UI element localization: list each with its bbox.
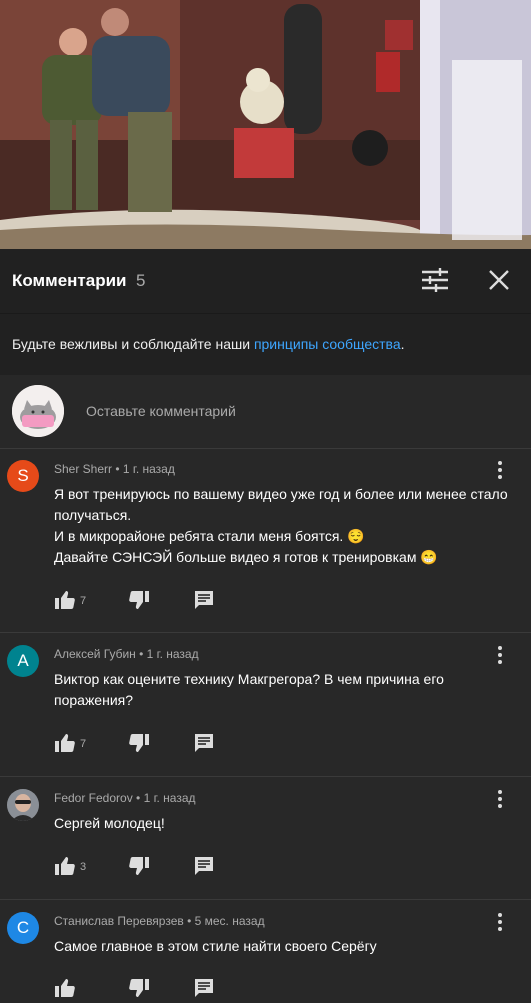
- reply-comment-icon: [195, 591, 213, 609]
- user-avatar: [12, 385, 64, 437]
- like-button[interactable]: 7: [54, 733, 86, 758]
- like-count: 7: [80, 595, 87, 607]
- like-button[interactable]: [54, 978, 76, 1003]
- more-options-icon[interactable]: [494, 789, 506, 809]
- author-avatar[interactable]: S: [7, 460, 39, 492]
- reply-comment-icon: [195, 857, 213, 875]
- reply-comment-icon: [195, 979, 213, 997]
- comments-title: Комментарии: [12, 271, 127, 290]
- author-avatar[interactable]: [7, 789, 39, 821]
- comment-item: S Sher Sherr • 1 г. назад Я вот тренирую…: [0, 448, 531, 633]
- dislike-button[interactable]: [128, 978, 150, 1003]
- thumbs-up-icon: [55, 857, 75, 875]
- comment-text: Самое главное в этом стиле найти своего …: [54, 938, 377, 954]
- author-avatar[interactable]: А: [7, 645, 39, 677]
- dislike-button[interactable]: [128, 590, 150, 615]
- comment-author-meta[interactable]: Sher Sherr • 1 г. назад: [54, 462, 175, 476]
- more-options-icon[interactable]: [494, 912, 506, 932]
- reply-button[interactable]: [194, 978, 214, 1003]
- more-options-icon[interactable]: [494, 645, 506, 665]
- reply-button[interactable]: [194, 590, 214, 615]
- reply-comment-icon: [195, 734, 213, 752]
- comment-text: Сергей молодец!: [54, 815, 165, 831]
- thumbs-down-icon: [129, 857, 149, 875]
- comment-composer[interactable]: Оставьте комментарий: [0, 375, 531, 449]
- comments-count: 5: [136, 271, 146, 290]
- dislike-button[interactable]: [128, 733, 150, 758]
- close-icon[interactable]: [486, 267, 512, 293]
- like-button[interactable]: 7: [54, 590, 86, 615]
- guidelines-text: Будьте вежливы и соблюдайте наши принцип…: [12, 336, 405, 352]
- like-count: 7: [80, 738, 87, 750]
- comment-text: Я вот тренируюсь по вашему видео уже год…: [54, 486, 508, 565]
- comment-author-meta[interactable]: Fedor Fedorov • 1 г. назад: [54, 791, 196, 805]
- pusheen-cat-icon: [12, 385, 64, 437]
- dislike-button[interactable]: [128, 856, 150, 881]
- thumbs-down-icon: [129, 979, 149, 997]
- reply-button[interactable]: [194, 856, 214, 881]
- comment-author-meta[interactable]: Станислав Перевярзев • 5 мес. назад: [54, 914, 265, 928]
- community-guidelines-link[interactable]: принципы сообщества: [254, 336, 401, 352]
- comment-item: С Станислав Перевярзев • 5 мес. назад Са…: [0, 900, 531, 1000]
- thumbs-down-icon: [129, 734, 149, 752]
- thumbs-up-icon: [55, 979, 75, 997]
- comment-text: Виктор как оцените технику Макгрегора? В…: [54, 671, 444, 708]
- comment-author-meta[interactable]: Алексей Губин • 1 г. назад: [54, 647, 199, 661]
- comments-header: Комментарии 5: [0, 249, 531, 313]
- comment-item: Fedor Fedorov • 1 г. назад Сергей молоде…: [0, 777, 531, 900]
- thumbs-up-icon: [55, 734, 75, 752]
- like-count: 3: [80, 861, 87, 873]
- video-player[interactable]: [0, 0, 531, 249]
- sort-filter-icon[interactable]: [420, 267, 450, 293]
- author-avatar[interactable]: С: [7, 912, 39, 944]
- like-button[interactable]: 3: [54, 856, 86, 881]
- video-frame: [0, 0, 531, 249]
- reply-button[interactable]: [194, 733, 214, 758]
- thumbs-up-icon: [55, 591, 75, 609]
- community-guidelines-notice: Будьте вежливы и соблюдайте наши принцип…: [0, 313, 531, 376]
- more-options-icon[interactable]: [494, 460, 506, 480]
- author-photo: [7, 789, 39, 821]
- guidelines-text-after: .: [400, 336, 405, 352]
- thumbs-down-icon: [129, 591, 149, 609]
- comment-item: А Алексей Губин • 1 г. назад Виктор как …: [0, 633, 531, 777]
- guidelines-text-before: Будьте вежливы и соблюдайте наши: [12, 336, 254, 352]
- comment-input[interactable]: Оставьте комментарий: [86, 403, 236, 419]
